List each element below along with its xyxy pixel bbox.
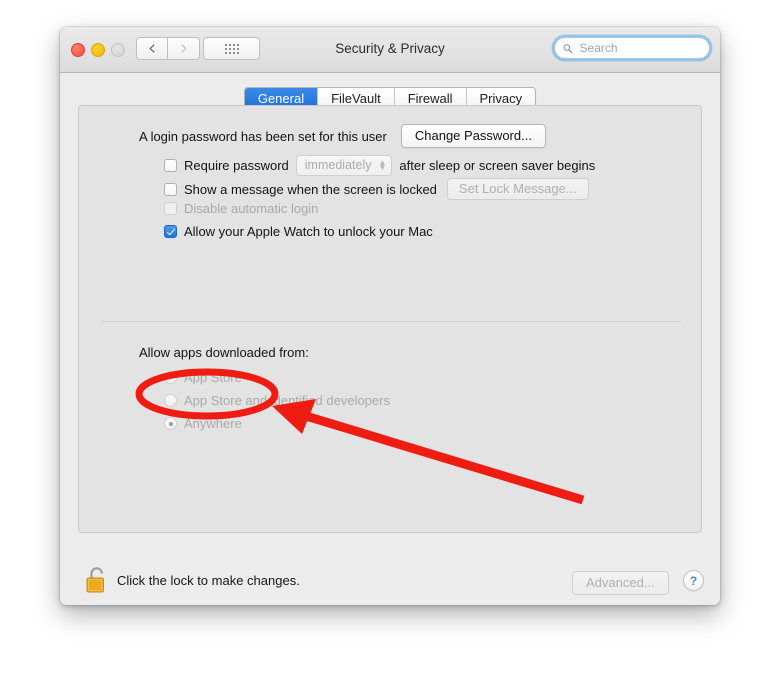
app-store-label: App Store xyxy=(184,370,242,385)
require-password-delay-popup[interactable]: immediately ▲ ▼ xyxy=(295,155,393,176)
general-settings-panel: A login password has been set for this u… xyxy=(78,105,702,533)
zoom-window-button[interactable] xyxy=(111,43,125,57)
require-password-suffix: after sleep or screen saver begins xyxy=(399,158,596,173)
apple-watch-unlock-checkbox[interactable] xyxy=(164,225,177,238)
app-store-identified-developers-label: App Store and identified developers xyxy=(184,393,390,408)
apple-watch-unlock-label: Allow your Apple Watch to unlock your Ma… xyxy=(184,224,433,239)
window-titlebar: Security & Privacy xyxy=(60,27,720,73)
navigation-buttons xyxy=(136,37,200,60)
app-store-radio[interactable] xyxy=(164,371,177,384)
lock-instruction-text: Click the lock to make changes. xyxy=(117,573,300,588)
search-icon xyxy=(563,43,573,53)
disable-automatic-login-checkbox[interactable] xyxy=(164,202,177,215)
anywhere-radio[interactable] xyxy=(164,417,177,430)
close-window-button[interactable] xyxy=(71,43,85,57)
app-store-identified-developers-radio[interactable] xyxy=(164,394,177,407)
login-password-status: A login password has been set for this u… xyxy=(139,128,387,144)
radio-row-app-store: App Store xyxy=(164,370,242,385)
login-password-row: A login password has been set for this u… xyxy=(139,124,546,148)
forward-arrow-icon xyxy=(181,44,187,53)
help-button[interactable]: ? xyxy=(683,570,704,591)
back-arrow-icon xyxy=(149,44,154,53)
lock-message-row: Show a message when the screen is locked… xyxy=(164,178,589,200)
anywhere-label: Anywhere xyxy=(184,416,242,431)
allow-apps-heading: Allow apps downloaded from: xyxy=(139,345,309,360)
apple-watch-row: Allow your Apple Watch to unlock your Ma… xyxy=(164,224,433,239)
require-password-label: Require password xyxy=(184,158,289,173)
chevron-updown-icon: ▲ ▼ xyxy=(378,158,387,172)
search-field[interactable] xyxy=(554,37,710,59)
open-padlock-icon[interactable] xyxy=(84,565,110,595)
minimize-window-button[interactable] xyxy=(91,43,105,57)
disable-automatic-login-label: Disable automatic login xyxy=(184,201,319,216)
search-input[interactable] xyxy=(577,40,701,56)
require-password-row: Require password immediately ▲ ▼ after sl… xyxy=(164,155,595,176)
forward-button[interactable] xyxy=(168,37,200,60)
preferences-window: Security & Privacy General FileVault Fir… xyxy=(60,27,720,605)
show-lock-message-label: Show a message when the screen is locked xyxy=(184,181,437,197)
section-divider xyxy=(101,321,681,322)
back-button[interactable] xyxy=(136,37,168,60)
disable-auto-login-row: Disable automatic login xyxy=(164,201,318,216)
show-all-button[interactable] xyxy=(203,37,260,60)
show-lock-message-checkbox[interactable] xyxy=(164,182,177,196)
grid-icon xyxy=(224,43,239,54)
require-password-delay-value: immediately xyxy=(304,158,372,172)
allow-apps-heading-row: Allow apps downloaded from: xyxy=(139,345,309,360)
radio-row-app-store-identified: App Store and identified developers xyxy=(164,393,390,408)
radio-row-anywhere: Anywhere xyxy=(164,416,242,431)
require-password-checkbox[interactable] xyxy=(164,159,177,172)
change-password-button[interactable]: Change Password... xyxy=(400,124,546,148)
set-lock-message-button[interactable]: Set Lock Message... xyxy=(446,178,589,200)
advanced-button[interactable]: Advanced... xyxy=(572,571,669,595)
